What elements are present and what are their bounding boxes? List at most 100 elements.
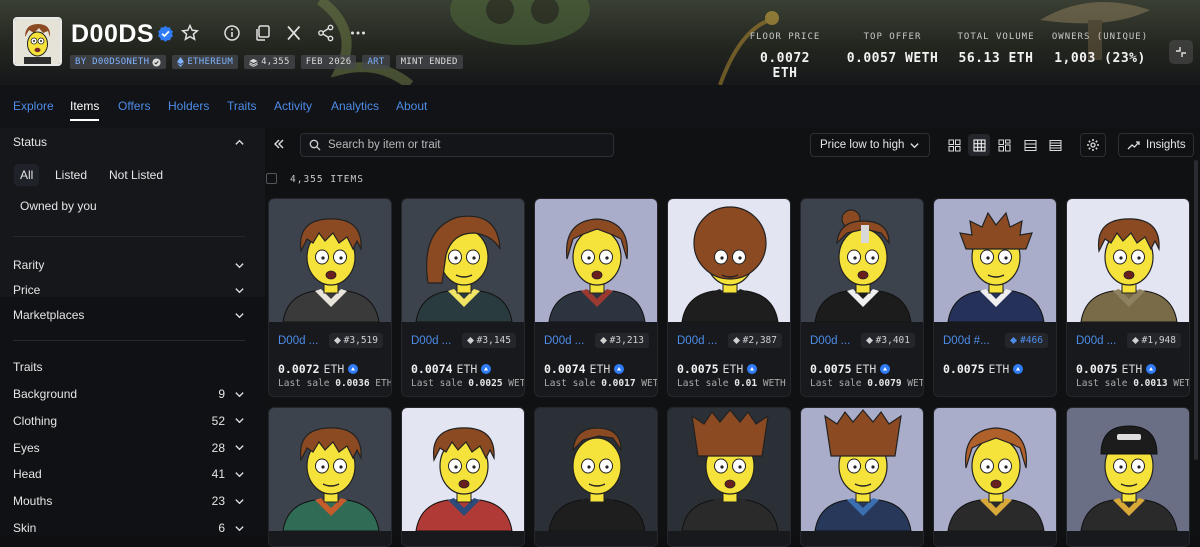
nft-image[interactable] — [269, 199, 391, 322]
nft-image[interactable] — [535, 199, 657, 322]
status-filter-not-listed[interactable]: Not Listed — [103, 164, 169, 186]
search-input[interactable] — [328, 139, 598, 151]
nft-image[interactable] — [535, 408, 657, 531]
nft-character-image — [668, 408, 790, 531]
price-section-header[interactable]: Price — [13, 282, 245, 298]
nft-price: 0.0074 ETH — [544, 362, 625, 376]
sort-dropdown[interactable]: Price low to high — [810, 133, 930, 157]
nft-image[interactable] — [934, 408, 1056, 531]
tab-traits[interactable]: Traits — [227, 99, 257, 113]
rarity-section-header[interactable]: Rarity — [13, 257, 245, 273]
trait-count: 28 — [211, 440, 225, 455]
trait-count: 23 — [211, 494, 225, 509]
marketplace-icon — [747, 364, 758, 374]
trait-row[interactable]: Skin 6 — [13, 520, 245, 536]
trait-row[interactable]: Head 41 — [13, 466, 245, 482]
nft-card[interactable] — [667, 407, 791, 547]
nft-image[interactable] — [934, 199, 1056, 322]
info-icon[interactable] — [222, 23, 242, 43]
trait-count: 6 — [218, 521, 225, 535]
tab-explore[interactable]: Explore — [13, 99, 54, 113]
view-table-button[interactable] — [1044, 134, 1066, 156]
nft-image[interactable] — [801, 408, 923, 531]
nft-image[interactable] — [668, 408, 790, 531]
nft-card[interactable] — [933, 407, 1057, 547]
trait-name: Background — [13, 387, 78, 401]
tab-about[interactable]: About — [396, 99, 427, 113]
view-list-button[interactable] — [1019, 134, 1041, 156]
category-chip[interactable]: ART — [362, 55, 390, 69]
copy-icon[interactable] — [253, 23, 273, 43]
nft-card[interactable]: D00d #... #466 0.0075 ETH — [933, 198, 1057, 397]
status-filter-all[interactable]: All — [14, 164, 40, 186]
star-icon[interactable] — [180, 23, 200, 43]
nft-image[interactable] — [1067, 199, 1189, 322]
nft-name[interactable]: D00d ... — [278, 335, 318, 347]
nft-card[interactable]: D00d ... #2,387 0.0075 ETH Last sale 0.01 W… — [667, 198, 791, 397]
nft-card[interactable]: D00d ... #3,519 0.0072 ETH Last sale 0.0036… — [268, 198, 392, 397]
nft-card[interactable]: D00d ... #3,213 0.0074 ETH Last sale 0.0017… — [534, 198, 658, 397]
nft-token-id: #2,387 — [727, 333, 782, 348]
nft-card[interactable] — [401, 407, 525, 547]
nft-image[interactable] — [402, 408, 524, 531]
more-icon[interactable] — [348, 23, 368, 43]
view-large-grid-button[interactable] — [943, 134, 965, 156]
trait-row[interactable]: Eyes 28 — [13, 440, 245, 456]
nft-token-id: #466 — [1005, 333, 1048, 348]
status-filter-listed[interactable]: Listed — [49, 164, 93, 186]
nft-card[interactable]: D00d ... #3,145 0.0074 ETH Last sale 0.0025… — [401, 198, 525, 397]
marketplace-icon — [614, 364, 625, 374]
nft-image[interactable] — [801, 199, 923, 322]
nft-card[interactable] — [800, 407, 924, 547]
creator-verified-icon — [152, 57, 161, 67]
nft-name[interactable]: D00d ... — [810, 335, 850, 347]
nft-image[interactable] — [668, 199, 790, 322]
nft-card[interactable]: D00d ... #3,401 0.0075 ETH Last sale 0.0079… — [800, 198, 924, 397]
select-all-checkbox[interactable] — [266, 173, 277, 184]
trait-row[interactable]: Background 9 — [13, 386, 245, 402]
x-icon[interactable] — [284, 23, 304, 43]
table-icon — [1049, 139, 1061, 151]
insights-button[interactable]: Insights — [1118, 133, 1194, 157]
tab-activity[interactable]: Activity — [274, 99, 312, 113]
marketplaces-section-header[interactable]: Marketplaces — [13, 307, 245, 323]
nft-card[interactable] — [1066, 407, 1190, 547]
nft-name[interactable]: D00d ... — [411, 335, 451, 347]
tab-offers[interactable]: Offers — [118, 99, 150, 113]
trait-name: Skin — [13, 521, 37, 535]
grid-settings-button[interactable] — [1080, 133, 1106, 157]
collapse-sidebar-button[interactable] — [268, 133, 290, 155]
rarity-diamond-icon — [1131, 337, 1139, 344]
nft-last-sale: Last sale 0.0079 WETH — [810, 378, 924, 389]
chain-chip[interactable]: ETHEREUM — [172, 55, 239, 69]
nft-character-image — [402, 408, 524, 531]
nft-name[interactable]: D00d ... — [1076, 335, 1116, 347]
view-grid-button[interactable] — [968, 134, 990, 156]
nft-name[interactable]: D00d ... — [544, 335, 584, 347]
nft-card[interactable] — [534, 407, 658, 547]
nft-price: 0.0075 ETH — [1076, 362, 1157, 376]
creator-chip[interactable]: BY D00DSONETH — [70, 55, 167, 69]
nft-price: 0.0075 ETH — [677, 362, 758, 376]
tab-analytics[interactable]: Analytics — [331, 99, 379, 113]
nft-card[interactable] — [268, 407, 392, 547]
view-mixed-grid-button[interactable] — [993, 134, 1015, 156]
items-scrollbar[interactable] — [1194, 160, 1198, 460]
tab-holders[interactable]: Holders — [168, 99, 209, 113]
nft-image[interactable] — [402, 199, 524, 322]
nft-name[interactable]: D00d #... — [943, 335, 990, 347]
search-bar[interactable] — [300, 133, 614, 157]
nft-card[interactable]: D00d ... #1,948 0.0075 ETH Last sale 0.0013… — [1066, 198, 1190, 397]
owned-by-you-filter[interactable]: Owned by you — [14, 195, 103, 217]
status-section-header[interactable]: Status — [13, 134, 245, 150]
collapse-header-button[interactable] — [1169, 40, 1193, 64]
trait-name: Clothing — [13, 413, 58, 428]
trait-row[interactable]: Mouths 23 — [13, 493, 245, 509]
nft-image[interactable] — [269, 408, 391, 531]
trait-row[interactable]: Clothing 52 — [13, 413, 245, 429]
share-icon[interactable] — [316, 23, 336, 43]
stat-floor-price: FLOOR PRICE 0.0072 ETH — [749, 32, 821, 81]
tab-items[interactable]: Items — [70, 99, 99, 113]
nft-name[interactable]: D00d ... — [677, 335, 717, 347]
nft-image[interactable] — [1067, 408, 1189, 531]
